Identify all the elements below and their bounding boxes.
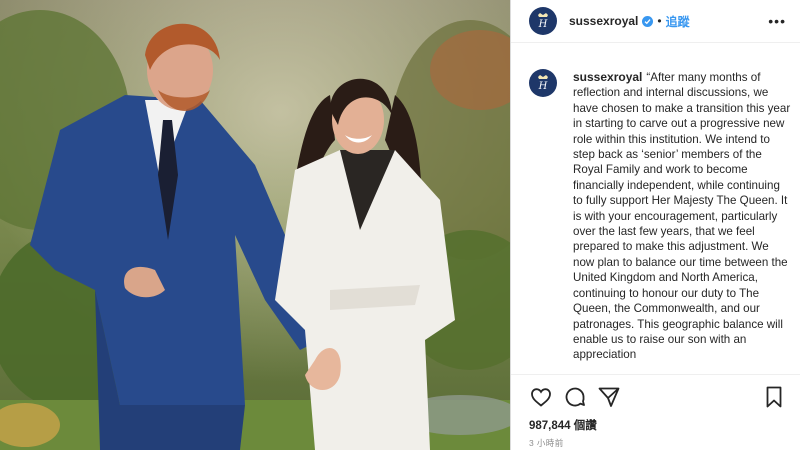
instagram-post: H sussexroyal • 追蹤 ••• H sussexroyal “Aft… (0, 0, 800, 450)
caption-scroll-area[interactable]: H sussexroyal “After many months of refle… (511, 42, 800, 375)
royal-monogram-icon: H (538, 75, 548, 92)
post-sidebar: H sussexroyal • 追蹤 ••• H sussexroyal “Aft… (510, 0, 800, 450)
more-options-icon[interactable]: ••• (768, 13, 786, 29)
caption-block: H sussexroyal “After many months of refle… (529, 69, 791, 363)
profile-avatar[interactable]: H (529, 7, 557, 35)
caption-avatar[interactable]: H (529, 69, 557, 97)
post-timestamp[interactable]: 3 小時前 (529, 437, 564, 449)
svg-text:H: H (538, 19, 548, 30)
couple-photo-illustration (0, 0, 510, 450)
caption-username[interactable]: sussexroyal (573, 70, 642, 84)
header-separator-dot: • (657, 14, 662, 28)
svg-text:H: H (538, 81, 548, 92)
action-bar (529, 383, 786, 411)
heart-icon[interactable] (529, 385, 553, 409)
caption-body: “After many months of reflection and int… (573, 71, 791, 362)
paper-plane-icon[interactable] (597, 385, 621, 409)
verified-badge-icon (642, 15, 654, 27)
like-count[interactable]: 987,844 個讚 (529, 417, 597, 433)
bookmark-icon[interactable] (762, 385, 786, 409)
post-header: H sussexroyal • 追蹤 ••• (511, 0, 800, 43)
post-photo[interactable] (0, 0, 510, 450)
caption-text: sussexroyal “After many months of reflect… (573, 70, 791, 363)
royal-monogram-icon: H (538, 13, 548, 30)
follow-button[interactable]: 追蹤 (666, 13, 690, 30)
header-username[interactable]: sussexroyal (569, 14, 638, 28)
comment-icon[interactable] (563, 385, 587, 409)
